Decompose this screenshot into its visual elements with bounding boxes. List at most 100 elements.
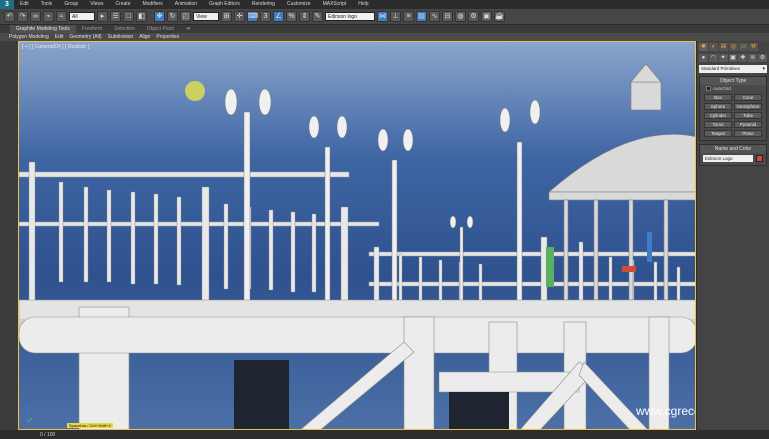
- menu-edit[interactable]: Edit: [14, 0, 35, 9]
- selection-filter-dropdown[interactable]: All: [69, 12, 95, 21]
- ribbon-edit[interactable]: Edit: [52, 33, 67, 41]
- cameras-icon[interactable]: ▣: [728, 54, 738, 62]
- cylinder-button[interactable]: Cylinder: [704, 112, 732, 119]
- lights-icon[interactable]: ✦: [718, 54, 728, 62]
- space-warps-icon[interactable]: ≋: [748, 54, 758, 62]
- watermark-text: www.cgrecord.net: [636, 404, 695, 418]
- angle-snap-icon[interactable]: ∠: [273, 11, 284, 22]
- rect-selection-icon[interactable]: □: [123, 11, 134, 22]
- select-manipulate-icon[interactable]: ✛: [234, 11, 245, 22]
- name-and-color-title[interactable]: Name and Color: [700, 145, 766, 153]
- sphere-button[interactable]: Sphere: [704, 103, 732, 110]
- object-color-swatch[interactable]: [756, 155, 763, 162]
- create-tab-icon[interactable]: ✹: [699, 43, 708, 51]
- menubar: 3 Edit Tools Group Views Create Modifier…: [0, 0, 769, 9]
- menu-rendering[interactable]: Rendering: [246, 0, 281, 9]
- material-editor-icon[interactable]: ◍: [455, 11, 466, 22]
- named-selection-dropdown[interactable]: Edinson logo: [325, 12, 375, 21]
- ribbon-align[interactable]: Align: [136, 33, 153, 41]
- rendered-frame-icon[interactable]: ▣: [481, 11, 492, 22]
- app-logo-icon[interactable]: 3: [0, 0, 14, 9]
- render-setup-icon[interactable]: ⚙: [468, 11, 479, 22]
- menu-modifiers[interactable]: Modifiers: [136, 0, 168, 9]
- autogrid-label: AutoGrid: [713, 86, 731, 91]
- ribbon-properties[interactable]: Properties: [153, 33, 182, 41]
- edit-named-selection-icon[interactable]: ✎: [312, 11, 323, 22]
- utilities-tab-icon[interactable]: ⚒: [749, 43, 758, 51]
- bind-space-warp-icon[interactable]: ≈: [56, 11, 67, 22]
- command-panel: ✹ ◐ ⌘ ◎ ▭ ⚒ ● ◠ ✦ ▣ ✚ ≋ ⚙ Standard Primi…: [696, 41, 769, 430]
- window-crossing-icon[interactable]: ◧: [136, 11, 147, 22]
- keyboard-shortcut-icon[interactable]: ⌨: [247, 11, 258, 22]
- viewport-label[interactable]: [ + ] [ Camera004 ] [ Realistic ]: [22, 44, 89, 50]
- main-toolbar: ↶ ↷ ∞ ⌁ ≈ All ▸ ☰ □ ◧ ✥ ↻ ◰ View ⊞ ✛ ⌨ 3…: [0, 9, 769, 25]
- tube-button[interactable]: Tube: [734, 112, 762, 119]
- pyramid-button[interactable]: Pyramid: [734, 121, 762, 128]
- primitive-type-dropdown[interactable]: Standard Primitives ▾: [699, 65, 767, 73]
- menu-animation[interactable]: Animation: [169, 0, 203, 9]
- autogrid-checkbox[interactable]: [706, 86, 711, 91]
- ribbon-options-icon[interactable]: ▪▾: [180, 25, 196, 33]
- reference-coord-dropdown[interactable]: View: [193, 12, 219, 21]
- object-type-title[interactable]: Object Type: [700, 77, 766, 85]
- display-tab-icon[interactable]: ▭: [739, 43, 748, 51]
- ribbon-geometry-all[interactable]: Geometry (All): [66, 33, 104, 41]
- snaps-toggle-icon[interactable]: 3: [260, 11, 271, 22]
- menu-customize[interactable]: Customize: [281, 0, 317, 9]
- chevron-down-icon: ▾: [762, 66, 765, 72]
- tab-freeform[interactable]: Freeform: [76, 25, 108, 33]
- ribbon-polygon-modeling[interactable]: Polygon Modeling: [6, 33, 52, 41]
- unlink-icon[interactable]: ⌁: [43, 11, 54, 22]
- camera-viewport[interactable]: [ + ] [ Camera004 ] [ Realistic ] Spaceb…: [18, 41, 696, 430]
- percent-snap-icon[interactable]: %: [286, 11, 297, 22]
- pivot-center-icon[interactable]: ⊞: [221, 11, 232, 22]
- menu-graph-editors[interactable]: Graph Editors: [203, 0, 246, 9]
- ribbon-subdivision[interactable]: Subdivision: [105, 33, 137, 41]
- mirror-icon[interactable]: ⋈: [377, 11, 388, 22]
- object-name-field[interactable]: Edinson Logo: [703, 155, 753, 162]
- plane-button[interactable]: Plane: [734, 130, 762, 137]
- torus-button[interactable]: Torus: [704, 121, 732, 128]
- ribbon-panel-bar: Polygon Modeling Edit Geometry (All) Sub…: [0, 33, 769, 41]
- shapes-icon[interactable]: ◠: [708, 54, 718, 62]
- cone-button[interactable]: Cone: [734, 94, 762, 101]
- time-slider-frame[interactable]: 0 / 100: [40, 432, 55, 438]
- geosphere-button[interactable]: GeoSphere: [734, 103, 762, 110]
- tab-selection[interactable]: Selection: [108, 25, 141, 33]
- select-by-name-icon[interactable]: ☰: [110, 11, 121, 22]
- command-panel-tabs: ✹ ◐ ⌘ ◎ ▭ ⚒: [697, 41, 769, 53]
- select-scale-icon[interactable]: ◰: [180, 11, 191, 22]
- menu-create[interactable]: Create: [109, 0, 136, 9]
- geometry-icon[interactable]: ●: [699, 54, 708, 62]
- select-move-icon[interactable]: ✥: [154, 11, 165, 22]
- left-viewport-strip: [0, 41, 18, 430]
- select-rotate-icon[interactable]: ↻: [167, 11, 178, 22]
- helpers-icon[interactable]: ✚: [738, 54, 748, 62]
- modify-tab-icon[interactable]: ◐: [709, 43, 718, 51]
- graphite-toggle-icon[interactable]: ▤: [416, 11, 427, 22]
- teapot-button[interactable]: Teapot: [704, 130, 732, 137]
- layer-manager-icon[interactable]: ≡: [403, 11, 414, 22]
- menu-help[interactable]: Help: [352, 0, 374, 9]
- align-icon[interactable]: ⊥: [390, 11, 401, 22]
- tab-graphite-modeling-tools[interactable]: Graphite Modeling Tools: [10, 25, 76, 33]
- curve-editor-icon[interactable]: ∿: [429, 11, 440, 22]
- motion-tab-icon[interactable]: ◎: [729, 43, 738, 51]
- box-button[interactable]: Box: [704, 94, 732, 101]
- menu-maxscript[interactable]: MAXScript: [317, 0, 353, 9]
- menu-group[interactable]: Group: [58, 0, 84, 9]
- menu-views[interactable]: Views: [84, 0, 109, 9]
- undo-icon[interactable]: ↶: [4, 11, 15, 22]
- systems-icon[interactable]: ⚙: [758, 54, 768, 62]
- viewport-hint-badge: Spacebar / Ctrl+Shift+X: [67, 423, 114, 428]
- menu-tools[interactable]: Tools: [35, 0, 59, 9]
- select-object-icon[interactable]: ▸: [97, 11, 108, 22]
- render-production-icon[interactable]: ☕: [494, 11, 505, 22]
- hierarchy-tab-icon[interactable]: ⌘: [719, 43, 728, 51]
- tab-object-paint[interactable]: Object Paint: [141, 25, 180, 33]
- spinner-snap-icon[interactable]: ⇕: [299, 11, 310, 22]
- schematic-view-icon[interactable]: ⊟: [442, 11, 453, 22]
- redo-icon[interactable]: ↷: [17, 11, 28, 22]
- mouse-cursor-highlight: [185, 81, 205, 101]
- link-icon[interactable]: ∞: [30, 11, 41, 22]
